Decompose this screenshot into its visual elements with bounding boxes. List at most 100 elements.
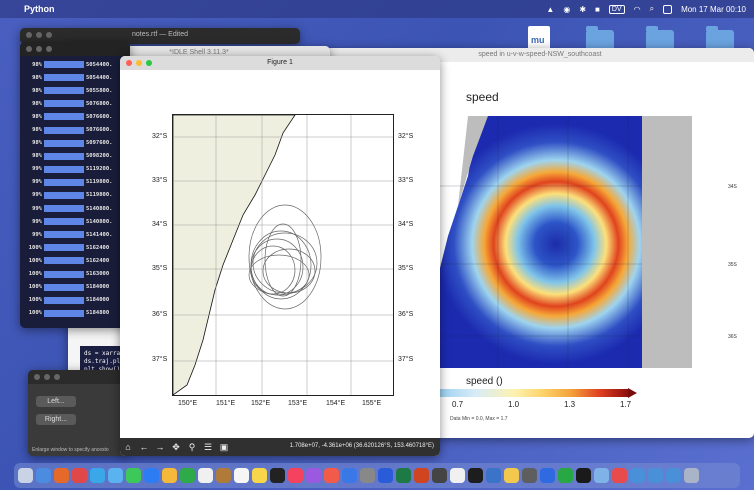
app-icon[interactable]	[558, 468, 573, 483]
speed-heatmap[interactable]	[438, 116, 692, 368]
trajectory-map[interactable]	[172, 114, 394, 396]
right-button[interactable]: Right...	[36, 414, 76, 425]
podcasts-icon[interactable]	[306, 468, 321, 483]
progress-bar	[44, 296, 84, 304]
reminders-icon[interactable]	[234, 468, 249, 483]
music-icon[interactable]	[288, 468, 303, 483]
eye-icon[interactable]: ◉	[563, 5, 570, 14]
back-icon[interactable]: ←	[136, 442, 152, 452]
progress-value: 5141400.	[86, 231, 113, 238]
zoom-button[interactable]	[146, 60, 152, 66]
clock[interactable]: Mon 17 Mar 00:10	[681, 5, 746, 14]
chrome-icon[interactable]	[72, 468, 87, 483]
folder-icon[interactable]	[666, 468, 681, 483]
dropbox-icon[interactable]: ▲	[546, 5, 554, 14]
progress-row: 100% 5184000	[20, 281, 130, 294]
terminal-titlebar[interactable]	[20, 42, 130, 56]
safari-icon[interactable]	[90, 468, 105, 483]
progress-row: 98% 5098200.	[20, 150, 130, 163]
word-icon[interactable]	[378, 468, 393, 483]
close-button[interactable]	[126, 60, 132, 66]
colorbar-label: 0.7	[452, 400, 464, 409]
mail-icon[interactable]	[108, 468, 123, 483]
powerpoint-icon[interactable]	[414, 468, 429, 483]
appletv-icon[interactable]	[270, 468, 285, 483]
home-icon[interactable]: ⌂	[120, 442, 136, 452]
forward-icon[interactable]: →	[152, 442, 168, 452]
messages-icon[interactable]	[126, 468, 141, 483]
progress-percent: 99%	[32, 192, 42, 199]
file-icon-label: mu	[531, 35, 545, 45]
figure-titlebar[interactable]: Figure 1	[120, 56, 440, 70]
figure-window[interactable]: Figure 1 32°S 33°S 34°S 35°S 36°S 37°S 3…	[120, 56, 440, 456]
progress-bar	[44, 270, 84, 278]
news-icon[interactable]	[324, 468, 339, 483]
vscode-icon[interactable]	[540, 468, 555, 483]
settings-icon[interactable]	[360, 468, 375, 483]
notes-titlebar[interactable]: notes.rtf — Edited	[20, 28, 300, 42]
left-button[interactable]: Left...	[36, 396, 76, 407]
side-panel-titlebar[interactable]	[28, 370, 128, 384]
finder-icon[interactable]	[18, 468, 33, 483]
progress-percent: 98%	[32, 127, 42, 134]
progress-row: 99% 5140800.	[20, 202, 130, 215]
dv-badge[interactable]: DV	[608, 4, 625, 14]
launchpad-icon[interactable]	[36, 468, 51, 483]
maps-icon[interactable]	[180, 468, 195, 483]
progress-value: 5098200.	[86, 153, 113, 160]
facetime-icon[interactable]	[144, 468, 159, 483]
bluetooth-icon[interactable]: ✱	[579, 5, 586, 14]
shell-title: *IDLE Shell 3.11.3*	[169, 49, 229, 56]
progress-value: 5054400.	[86, 74, 113, 81]
pan-icon[interactable]: ✥	[168, 442, 184, 453]
progress-value: 5163000	[86, 271, 110, 278]
photos-icon[interactable]	[162, 468, 177, 483]
colorbar-title: speed ()	[466, 376, 503, 387]
excel-icon[interactable]	[396, 468, 411, 483]
panel-note: Enlarge window to specify ancesto	[32, 447, 109, 453]
stop-icon[interactable]: ■	[595, 5, 600, 14]
side-panel[interactable]: Left... Right... Enlarge window to speci…	[28, 370, 128, 456]
downloads-folder-icon[interactable]	[630, 468, 645, 483]
progress-output: 98% 5054400. 98% 5054400. 98% 5055800. 98% 5076…	[20, 56, 130, 320]
terminal-window[interactable]: 98% 5054400. 98% 5054400. 98% 5055800. 98% 5076…	[20, 42, 130, 328]
minimize-button[interactable]	[136, 60, 142, 66]
idle-icon[interactable]	[504, 468, 519, 483]
app-icon[interactable]	[576, 468, 591, 483]
lat-label: 35°S	[152, 265, 168, 272]
textedit-icon[interactable]	[450, 468, 465, 483]
terminal-icon[interactable]	[468, 468, 483, 483]
progress-bar	[44, 178, 84, 186]
progress-percent: 100%	[28, 310, 42, 317]
app-icon[interactable]	[594, 468, 609, 483]
contacts-icon[interactable]	[216, 468, 231, 483]
calendar-icon[interactable]	[198, 468, 213, 483]
trash-icon[interactable]	[684, 468, 699, 483]
app-icon[interactable]	[522, 468, 537, 483]
progress-bar	[44, 309, 84, 317]
progress-value: 5184800	[86, 310, 110, 317]
app-name[interactable]: Python	[24, 4, 55, 14]
progress-percent: 98%	[32, 153, 42, 160]
preview-icon[interactable]	[432, 468, 447, 483]
progress-percent: 99%	[32, 205, 42, 212]
control-center-icon[interactable]	[663, 4, 673, 14]
configure-icon[interactable]: ☰	[200, 442, 216, 453]
plot-title: speed	[466, 90, 499, 104]
wifi-icon[interactable]: ◠	[634, 5, 641, 14]
notes-icon[interactable]	[252, 468, 267, 483]
firefox-icon[interactable]	[54, 468, 69, 483]
colorbar-label: 1.0	[508, 400, 520, 409]
map-graphic	[172, 114, 393, 396]
colorbar-extend-arrow	[628, 388, 637, 398]
progress-bar	[44, 87, 84, 95]
progress-percent: 98%	[32, 113, 42, 120]
python-icon[interactable]	[486, 468, 501, 483]
app-icon[interactable]	[612, 468, 627, 483]
folder-icon[interactable]	[648, 468, 663, 483]
appstore-icon[interactable]	[342, 468, 357, 483]
progress-bar	[44, 113, 84, 121]
zoom-icon[interactable]: ⚲	[184, 442, 200, 453]
save-icon[interactable]: ▣	[216, 442, 232, 453]
search-icon[interactable]: ⌕	[650, 4, 654, 14]
